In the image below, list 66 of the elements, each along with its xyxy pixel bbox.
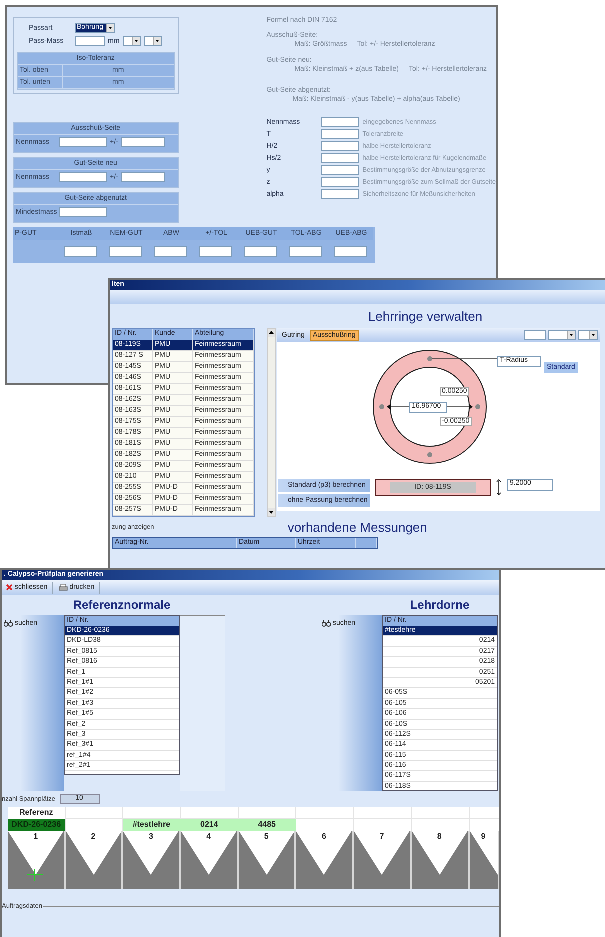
grid-cell — [66, 807, 124, 819]
input-field[interactable] — [121, 137, 166, 147]
slot-number: 8 — [437, 832, 442, 842]
slot-assignment: 4485 — [238, 819, 296, 831]
input-field[interactable] — [59, 172, 107, 182]
dropdown[interactable] — [578, 330, 598, 340]
slot-number: 1 — [34, 832, 38, 842]
input-field[interactable] — [109, 246, 142, 257]
printer-icon — [58, 584, 68, 592]
slot-number: 7 — [380, 832, 384, 842]
input-field[interactable] — [320, 165, 359, 175]
grid-cell — [412, 807, 470, 819]
input-field[interactable] — [59, 207, 107, 217]
grid-cell — [181, 807, 239, 819]
scroll-down-icon[interactable] — [268, 508, 275, 516]
slot-assignment: 0214 — [181, 819, 239, 831]
input-field[interactable] — [524, 330, 546, 340]
slot-number: 9 — [481, 832, 486, 842]
dimension-arrow-icon — [496, 479, 502, 496]
input-field[interactable] — [244, 246, 277, 257]
scrollbar[interactable] — [267, 328, 276, 517]
dropdown[interactable] — [144, 36, 162, 46]
input-field[interactable] — [75, 36, 105, 46]
input-field[interactable] — [64, 246, 97, 257]
slot-number: 3 — [148, 832, 154, 842]
scroll-up-icon[interactable] — [268, 329, 275, 337]
input-field[interactable] — [320, 177, 359, 187]
caret-icon — [132, 37, 140, 45]
column-header: Referenz — [8, 807, 66, 819]
input-field[interactable] — [154, 246, 187, 257]
input-field[interactable] — [320, 153, 359, 163]
caret-icon — [567, 331, 575, 339]
crosshair-icon — [27, 869, 43, 881]
slot-number: 4 — [206, 832, 212, 842]
input-field[interactable] — [320, 117, 359, 127]
column-header — [356, 538, 377, 548]
input-field[interactable] — [121, 172, 166, 182]
slot-number: 5 — [264, 832, 269, 842]
slot-assignment: DKD-26-0236 — [8, 819, 66, 831]
caret-icon — [589, 331, 597, 339]
caret-icon — [106, 24, 114, 32]
input-field[interactable] — [289, 246, 322, 257]
input-field[interactable] — [334, 246, 367, 257]
dropdown[interactable] — [122, 36, 141, 46]
grid-cell — [296, 807, 354, 819]
input-field[interactable] — [199, 246, 232, 257]
page-heading: Lehrringe verwalten — [368, 309, 483, 324]
close-icon — [6, 584, 13, 591]
panel-heading: Referenznormale — [73, 598, 171, 612]
leader-line — [432, 358, 498, 360]
binoculars-icon — [322, 620, 331, 627]
grid-cell — [238, 807, 296, 819]
input-field[interactable] — [320, 129, 359, 139]
binoculars-icon — [4, 620, 13, 627]
caret-icon — [152, 37, 161, 45]
grid-cell — [470, 807, 499, 819]
slot-assignment: #testlehre — [123, 819, 182, 831]
input-field[interactable] — [320, 141, 359, 151]
input-field[interactable] — [320, 189, 359, 199]
slot-number: 2 — [91, 832, 96, 842]
input-field[interactable] — [59, 137, 107, 147]
grid-cell — [354, 807, 412, 819]
grid-cell — [123, 807, 182, 819]
panel-heading: Lehrdorne — [410, 598, 470, 612]
slot-number: 6 — [322, 832, 326, 842]
section-heading: vorhandene Messungen — [288, 520, 428, 535]
